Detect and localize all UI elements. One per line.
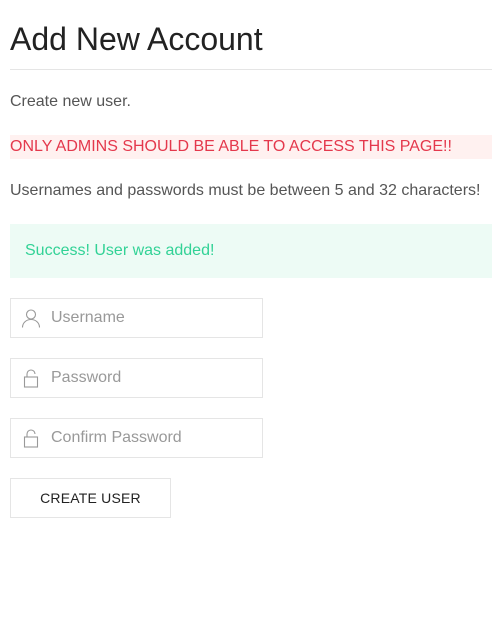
lock-icon (21, 368, 41, 388)
username-input[interactable] (51, 299, 256, 337)
password-input[interactable] (51, 359, 256, 397)
confirm-password-field (10, 418, 263, 458)
success-alert: Success! User was added! (10, 224, 492, 278)
confirm-password-input[interactable] (51, 419, 256, 457)
username-field (10, 298, 263, 338)
password-field (10, 358, 263, 398)
add-account-page: Add New Account Create new user. ONLY AD… (10, 0, 492, 518)
credential-rules-text: Usernames and passwords must be between … (10, 182, 481, 199)
admin-warning: ONLY ADMINS SHOULD BE ABLE TO ACCESS THI… (10, 135, 492, 159)
create-user-form: CREATE USER (10, 298, 492, 518)
user-icon (21, 308, 41, 328)
lock-icon (21, 428, 41, 448)
intro-text: Create new user. (10, 93, 131, 110)
title-divider (10, 69, 492, 70)
page-title: Add New Account (10, 21, 263, 57)
create-user-button[interactable]: CREATE USER (10, 478, 171, 518)
